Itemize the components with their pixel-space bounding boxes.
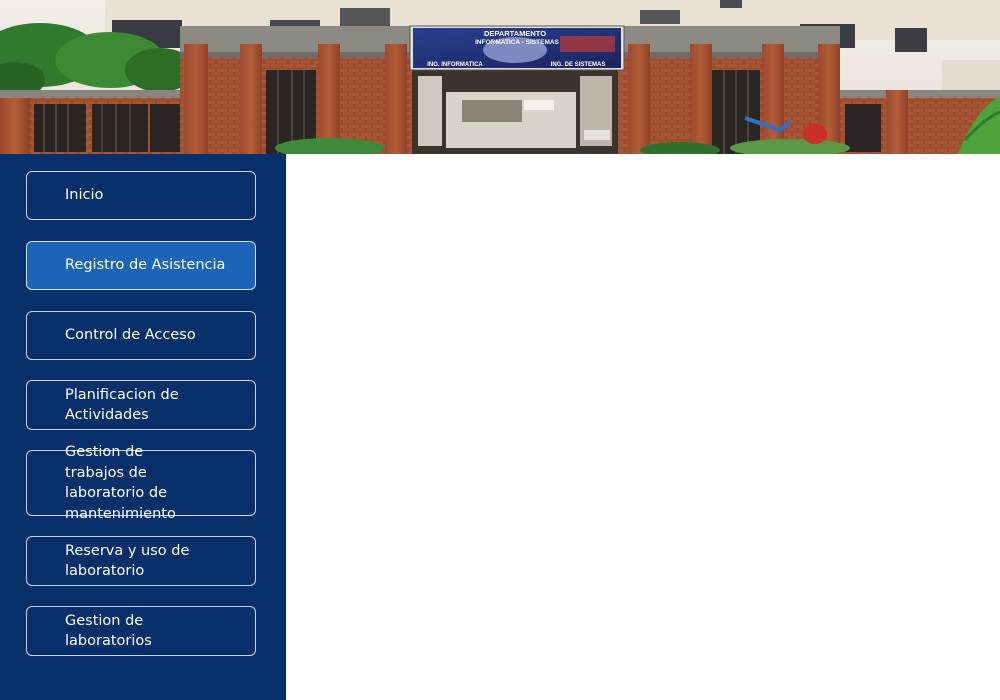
sidebar-item-planificacion-de-actividades[interactable]: Planificacion de Actividades xyxy=(26,380,256,430)
sign-title-text: DEPARTAMENTO xyxy=(484,29,546,38)
sidebar-item-label: Gestion de laboratorios xyxy=(65,612,152,650)
sign-right-text: ING. DE SISTEMAS xyxy=(551,62,606,68)
main-content-area xyxy=(286,154,1000,700)
sidebar-item-reserva-y-uso-de-laboratorio[interactable]: Reserva y uso de laboratorio xyxy=(26,536,256,586)
sidebar-item-label: Gestion de trabajos de laboratorio de ma… xyxy=(65,444,176,522)
app-page: DEPARTAMENTO INFORMATICA - SISTEMAS ING.… xyxy=(0,0,1000,700)
sidebar-nav: Inicio Registro de Asistencia Control de… xyxy=(0,154,286,700)
sign-subtitle-text: INFORMATICA - SISTEMAS xyxy=(475,39,559,46)
sidebar-item-gestion-de-trabajos[interactable]: Gestion de trabajos de laboratorio de ma… xyxy=(26,444,256,522)
header-banner-image: DEPARTAMENTO INFORMATICA - SISTEMAS ING.… xyxy=(0,0,1000,154)
sidebar-item-label: Reserva y uso de laboratorio xyxy=(65,542,190,580)
sidebar-item-label: Registro de Asistencia xyxy=(65,257,226,274)
sidebar-item-inicio[interactable]: Inicio xyxy=(26,171,256,220)
sign-left-text: ING. INFORMATICA xyxy=(427,62,483,68)
sidebar-item-control-de-acceso[interactable]: Control de Acceso xyxy=(26,311,256,360)
sidebar-item-gestion-de-laboratorios[interactable]: Gestion de laboratorios xyxy=(26,606,256,656)
sidebar-item-registro-de-asistencia[interactable]: Registro de Asistencia xyxy=(26,241,256,290)
sidebar-item-label: Planificacion de Actividades xyxy=(65,386,179,424)
sidebar-item-label: Inicio xyxy=(65,187,104,204)
sidebar-item-label: Control de Acceso xyxy=(65,327,196,344)
